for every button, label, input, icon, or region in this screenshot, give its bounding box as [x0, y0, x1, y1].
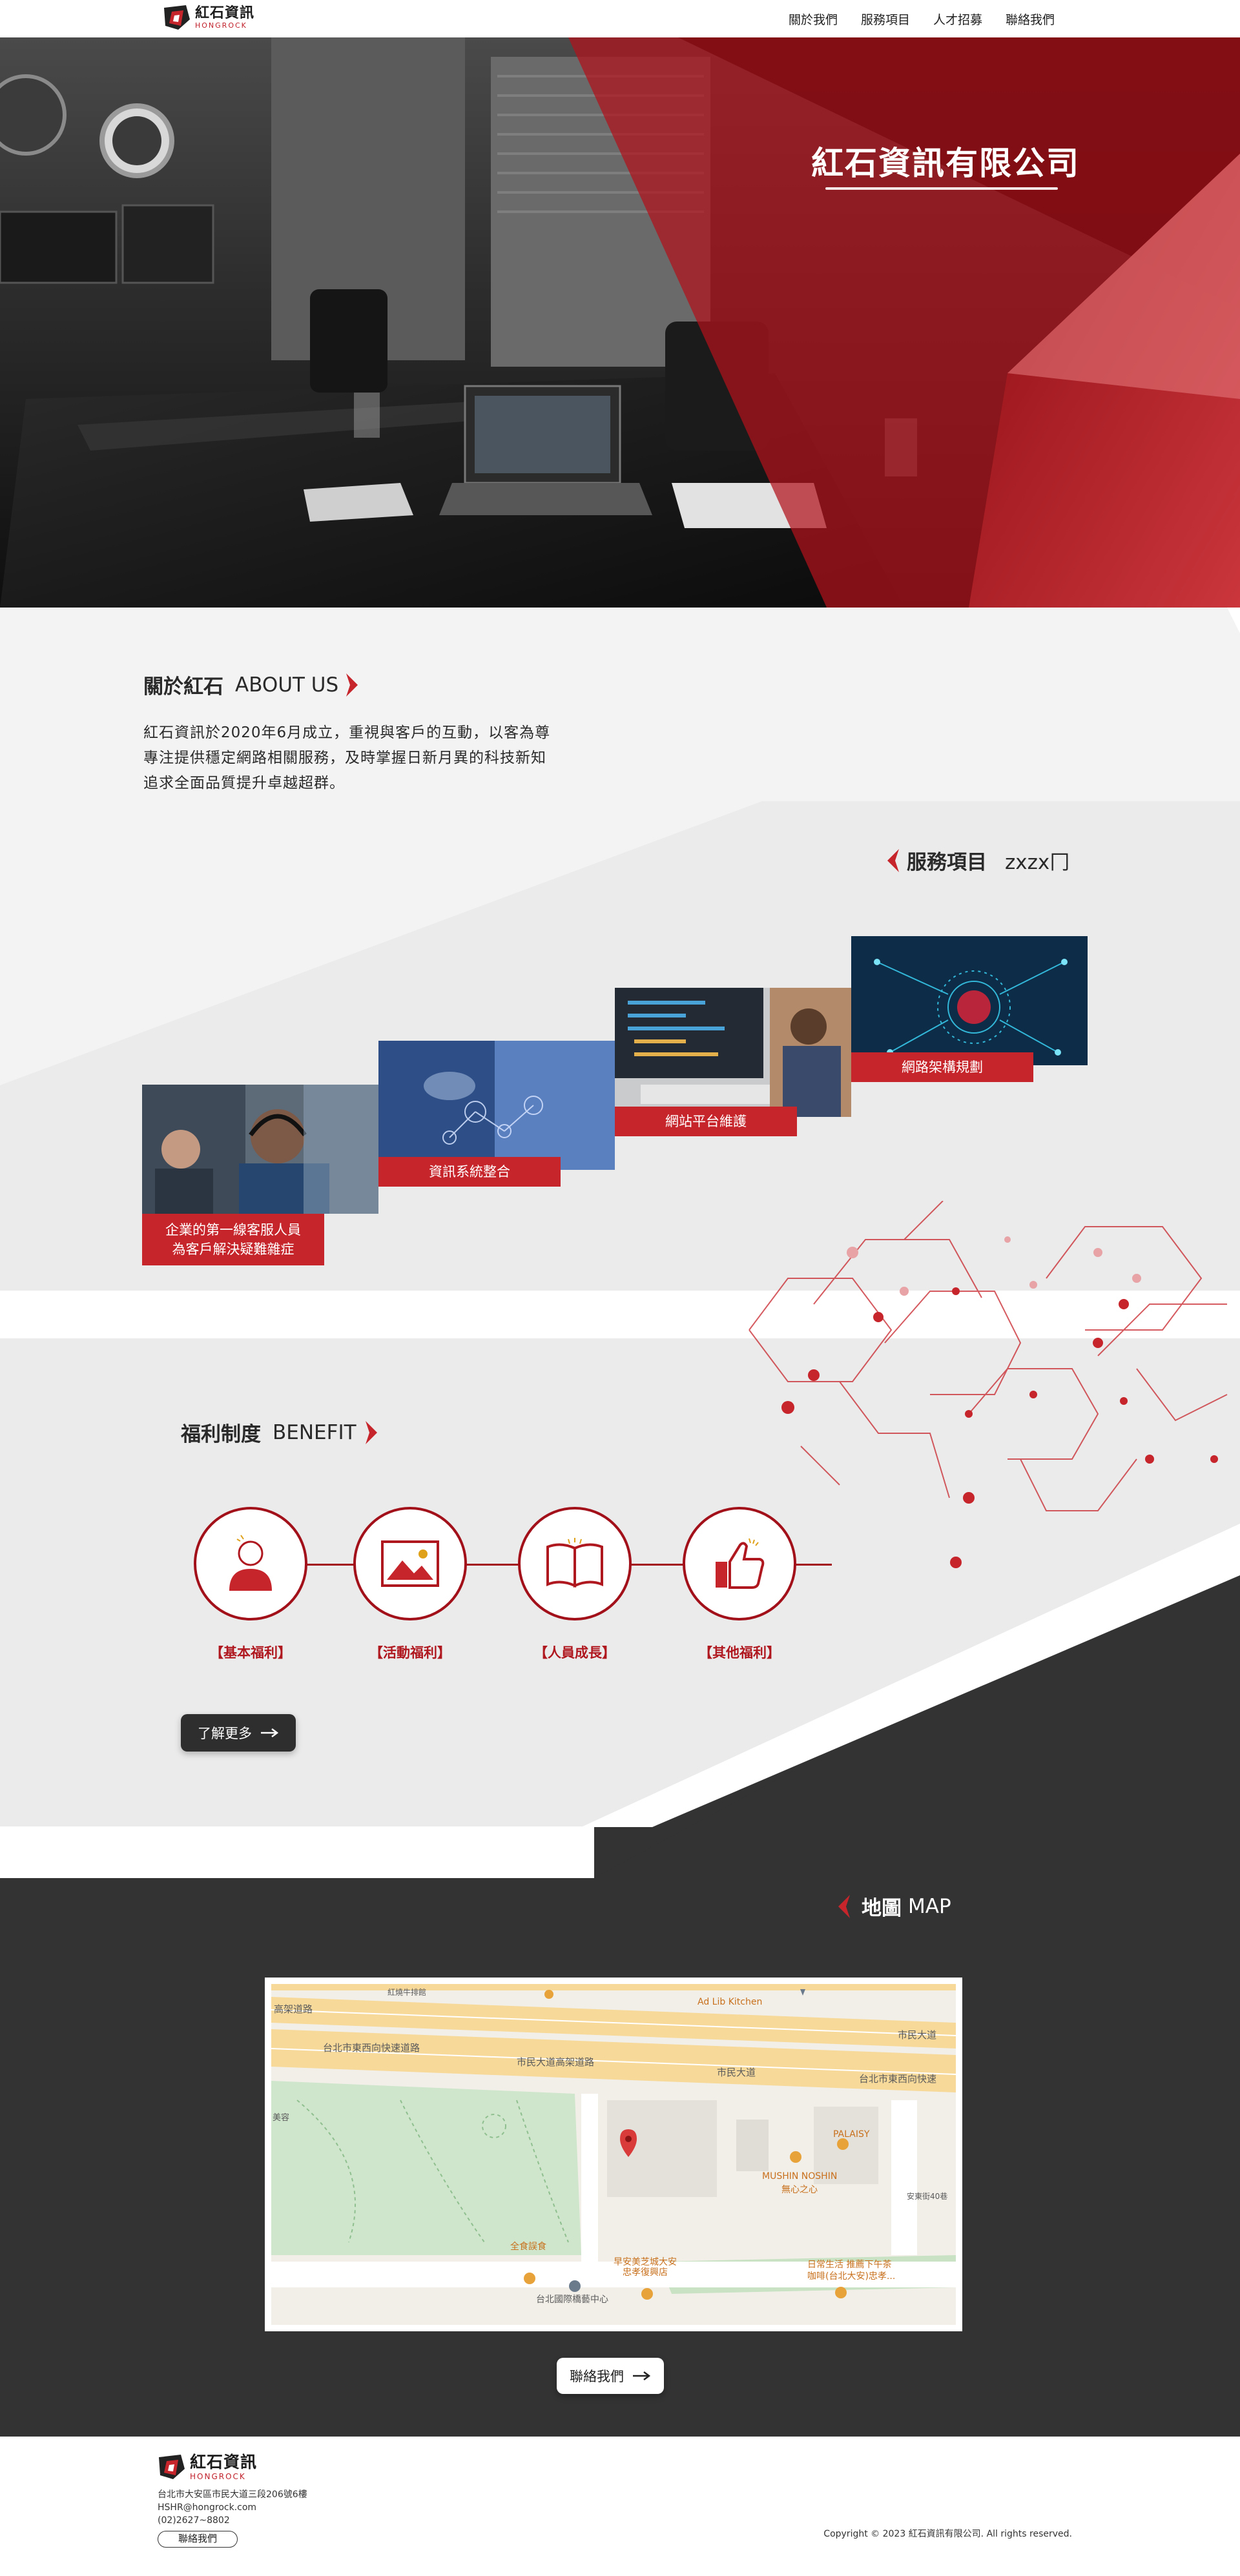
circuit-decoration: [749, 1201, 1228, 1568]
learn-more-button[interactable]: 了解更多: [181, 1714, 296, 1752]
network-architecture-photo: [851, 936, 1088, 1065]
footer-phone: (02)2627~8802: [158, 2515, 230, 2526]
logo-name-en: HONGROCK: [190, 2471, 246, 2481]
map-poi-label: Ad Lib Kitchen: [698, 1997, 763, 2007]
benefit-label: 【其他福利】: [699, 1645, 780, 1661]
benefit-circle: [683, 1507, 796, 1620]
about-line: 專注提供穩定網路相關服務，及時掌握日新月異的科技新知: [143, 750, 546, 766]
map-poi-label: 台北國際橋藝中心: [536, 2295, 608, 2305]
footer-logo[interactable]: 紅石資訊 HONGROCK: [156, 2453, 257, 2480]
benefit-circle: [518, 1507, 632, 1620]
nav-item-contact[interactable]: 聯絡我們: [1006, 10, 1055, 28]
thumbs-up-icon: [716, 1538, 765, 1589]
service-card-label: 網路架構規劃: [851, 1052, 1033, 1082]
map-contact-label: 聯絡我們: [570, 2369, 624, 2384]
map-poi-label: 咖啡(台北大安)忠孝...: [807, 2271, 896, 2282]
footer: 紅石資訊 HONGROCK 台北市大安區市民大道三段206號6樓 HSHR@ho…: [0, 2437, 1240, 2576]
services-heading: 服務項目 zxzx⼌: [886, 846, 1070, 875]
benefit-title-cn: 福利制度: [181, 1423, 261, 1446]
website-maintenance-photo: [615, 988, 851, 1117]
map-label: 台北市東西向快速: [859, 2073, 937, 2085]
about-title-cn: 關於紅石: [143, 675, 223, 699]
logo-name-cn: 紅石資訊: [190, 2452, 258, 2471]
learn-more-label: 了解更多: [198, 1726, 252, 1741]
chevron-right-icon: [365, 1420, 377, 1444]
service-card-label: 資訊系統整合: [378, 1157, 561, 1187]
hero-office-image: [0, 37, 1240, 608]
map-poi-label: 全食誤食: [510, 2242, 546, 2252]
hero-banner: 紅石資訊有限公司: [0, 37, 1240, 608]
nav-item-careers[interactable]: 人才招募: [933, 10, 982, 28]
logo-name-cn: 紅石資訊: [195, 5, 255, 21]
benefit-item-growth[interactable]: 【人員成長】: [517, 1507, 633, 1662]
map-heading: 地圖 MAP: [837, 1892, 951, 1921]
map-label: 安東街40巷: [907, 2192, 948, 2201]
services-title-en: zxzx⼌: [1005, 851, 1070, 874]
logo-name-en: HONGROCK: [195, 21, 247, 30]
brand-logo[interactable]: 紅石資訊 HONGROCK: [161, 4, 254, 31]
map-embed[interactable]: 高架道路 紅燒牛排館 台北市東西向快速道路 市民大道高架道路 市民大道 台北市東…: [271, 1984, 956, 2325]
about-line: 追求全面品質提升卓越超群。: [143, 775, 345, 792]
about-heading: 關於紅石 ABOUT US: [143, 670, 359, 699]
map-title-en: MAP: [908, 1894, 951, 1918]
map-title-cn: 地圖: [862, 1897, 902, 1920]
benefit-circle: [194, 1507, 307, 1620]
chevron-left-icon: [838, 1894, 850, 1918]
footer-contact-button[interactable]: 聯絡我們: [158, 2531, 238, 2548]
top-nav: 紅石資訊 HONGROCK 關於我們 服務項目 人才招募 聯絡我們: [0, 0, 1240, 37]
customer-service-photo: [142, 1085, 378, 1214]
benefit-circle: [353, 1507, 467, 1620]
hero-underline: [825, 187, 1058, 190]
map-poi-label: PALAISY: [833, 2129, 870, 2140]
arrow-right-icon: [261, 1728, 279, 1737]
footer-email[interactable]: HSHR@hongrock.com: [158, 2501, 307, 2514]
book-icon: [546, 1538, 603, 1588]
benefit-label: 【活動福利】: [369, 1645, 451, 1661]
map-poi-label: 日常生活 推薦下午茶: [807, 2260, 892, 2270]
services-title-cn: 服務項目: [907, 851, 987, 874]
map-poi-label: 無心之心: [781, 2185, 818, 2195]
map-poi-label: 忠孝復興店: [623, 2267, 668, 2278]
footer-contact-info: 台北市大安區市民大道三段206號6樓 HSHR@hongrock.com (02…: [158, 2488, 307, 2527]
benefit-heading: 福利制度 BENEFIT: [181, 1418, 378, 1447]
page: 紅石資訊 HONGROCK 關於我們 服務項目 人才招募 聯絡我們 紅石資訊有限…: [0, 0, 1240, 2576]
map-frame: 高架道路 紅燒牛排館 台北市東西向快速道路 市民大道高架道路 市民大道 台北市東…: [265, 1978, 962, 2331]
benefit-label: 【基本福利】: [210, 1645, 291, 1661]
nav-item-services[interactable]: 服務項目: [861, 10, 910, 28]
map-label: 市民大道: [898, 2029, 937, 2041]
nav-item-about[interactable]: 關於我們: [789, 10, 838, 28]
service-card-label: 網站平台維護: [615, 1107, 797, 1136]
nav-links: 關於我們 服務項目 人才招募 聯絡我們: [789, 10, 1055, 28]
map-label: 紅燒牛排館: [388, 1988, 427, 1997]
service-card-label: 企業的第一線客服人員 為客戶解決疑難雜症: [142, 1214, 324, 1265]
map-label: 台北市東西向快速道路: [323, 2042, 420, 2054]
chevron-left-icon: [887, 848, 899, 872]
map-label: 美容: [273, 2113, 290, 2123]
benefit-item-other[interactable]: 【其他福利】: [681, 1507, 798, 1662]
logo-mark-icon: [156, 2453, 186, 2480]
arrow-right-icon: [633, 2371, 651, 2380]
hero-title: 紅石資訊有限公司: [811, 144, 1080, 182]
map-contact-button[interactable]: 聯絡我們: [557, 2358, 664, 2394]
person-icon: [229, 1535, 272, 1591]
benefit-title-en: BENEFIT: [273, 1420, 356, 1444]
logo-mark-icon: [161, 4, 191, 31]
benefit-item-basic[interactable]: 【基本福利】: [192, 1507, 309, 1662]
picture-icon: [381, 1540, 439, 1587]
about-description: 紅石資訊於2020年6月成立，重視與客戶的互動，以客為尊 專注提供穩定網路相關服…: [143, 721, 595, 796]
about-title-en: ABOUT US: [235, 673, 339, 697]
footer-copyright: Copyright © 2023 紅石資訊有限公司. All rights re…: [823, 2529, 1072, 2539]
map-label: 高架道路: [274, 2003, 313, 2015]
about-line: 紅石資訊於2020年6月成立，重視與客戶的互動，以客為尊: [143, 724, 551, 741]
chevron-right-icon: [346, 673, 358, 697]
benefit-label: 【人員成長】: [534, 1645, 615, 1661]
benefit-item-activity[interactable]: 【活動福利】: [352, 1507, 468, 1662]
map-poi-label: MUSHIN NOSHIN: [762, 2171, 838, 2182]
map-label: 市民大道: [717, 2067, 756, 2078]
map-label: 市民大道高架道路: [517, 2056, 595, 2068]
system-integration-photo: [378, 1041, 615, 1170]
footer-address: 台北市大安區市民大道三段206號6樓: [158, 2489, 307, 2500]
